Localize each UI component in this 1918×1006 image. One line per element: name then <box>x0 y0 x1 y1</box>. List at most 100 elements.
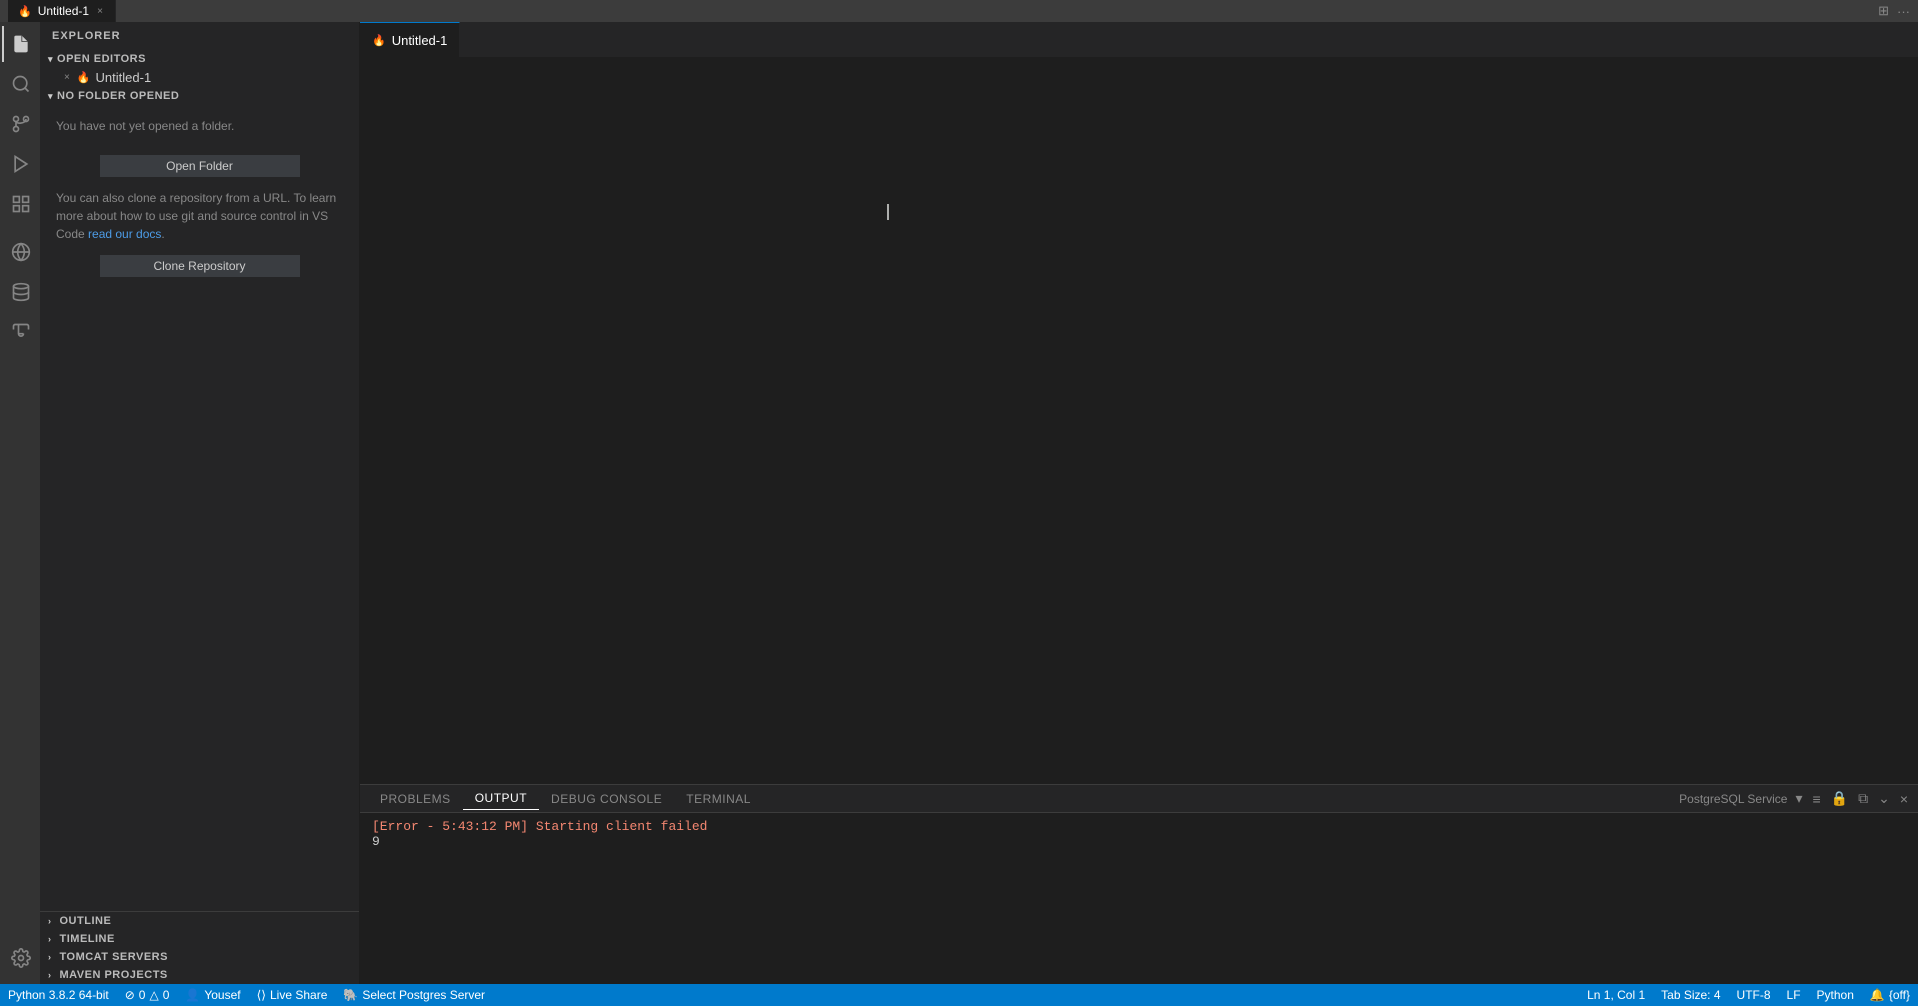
panel-tab-debug-console[interactable]: DEBUG CONSOLE <box>539 788 674 810</box>
sidebar-item-outline[interactable]: › OUTLINE <box>40 912 359 930</box>
status-bar: Python 3.8.2 64-bit ⊘ 0 △ 0 👤 Yousef ⟨⟩ … <box>0 984 1918 1006</box>
tab-close-btn[interactable]: × <box>95 5 105 18</box>
timeline-chevron: › <box>48 934 52 944</box>
status-ln-col[interactable]: Ln 1, Col 1 <box>1579 984 1653 1006</box>
outline-chevron: › <box>48 916 52 926</box>
status-line-ending[interactable]: LF <box>1779 984 1809 1006</box>
status-python-version[interactable]: Python 3.8.2 64-bit <box>0 984 117 1006</box>
panel-content: [Error - 5:43:12 PM] Starting client fai… <box>360 813 1918 984</box>
sidebar: EXPLORER ▾ OPEN EDITORS × 🔥 Untitled-1 ▾… <box>40 22 360 984</box>
editor-content[interactable] <box>360 57 1918 784</box>
yousef-text: Yousef <box>204 988 240 1002</box>
postgres-text: Select Postgres Server <box>362 988 485 1002</box>
read-docs-link[interactable]: read our docs <box>88 227 161 241</box>
panel-collapse-icon[interactable]: ⌄ <box>1876 788 1892 809</box>
source-control-icon <box>11 114 31 134</box>
status-bar-right: Ln 1, Col 1 Tab Size: 4 UTF-8 LF Python … <box>1579 984 1918 1006</box>
editor-item-file-icon: 🔥 <box>77 71 91 84</box>
activity-bar <box>0 22 40 984</box>
tomcat-servers-label: TOMCAT SERVERS <box>60 951 168 963</box>
status-tab-size[interactable]: Tab Size: 4 <box>1653 984 1728 1006</box>
editor-tab-untitled[interactable]: 🔥 Untitled-1 <box>360 22 460 57</box>
no-folder-header[interactable]: ▾ NO FOLDER OPENED <box>40 87 359 105</box>
tab-untitled-1[interactable]: 🔥 Untitled-1 × <box>8 0 116 22</box>
open-editors-section: ▾ OPEN EDITORS × 🔥 Untitled-1 <box>40 50 359 87</box>
outline-label: OUTLINE <box>60 915 112 927</box>
panel-tab-terminal[interactable]: TERMINAL <box>674 788 763 810</box>
activity-bar-bottom <box>2 940 38 984</box>
extensions-icon <box>11 194 31 214</box>
sidebar-bottom-sections: › OUTLINE › TIMELINE › TOMCAT SERVERS › … <box>40 911 359 984</box>
activity-item-search[interactable] <box>2 66 38 102</box>
panel-close-icon[interactable]: × <box>1898 789 1910 809</box>
errors-icon: ⊘ <box>125 988 135 1002</box>
status-language[interactable]: Python <box>1809 984 1862 1006</box>
open-editors-item-untitled[interactable]: × 🔥 Untitled-1 <box>40 68 359 87</box>
no-folder-label: NO FOLDER OPENED <box>57 90 179 102</box>
settings-icon <box>11 948 31 968</box>
open-editors-label: OPEN EDITORS <box>57 53 146 65</box>
database-icon <box>11 282 31 302</box>
clone-repository-button[interactable]: Clone Repository <box>100 255 300 277</box>
activity-item-settings[interactable] <box>2 940 38 976</box>
status-yousef[interactable]: 👤 Yousef <box>177 984 248 1006</box>
sidebar-item-tomcat-servers[interactable]: › TOMCAT SERVERS <box>40 948 359 966</box>
status-encoding[interactable]: UTF-8 <box>1729 984 1779 1006</box>
editor-tab-icon: 🔥 <box>372 34 386 47</box>
python-version-text: Python 3.8.2 64-bit <box>8 988 109 1002</box>
activity-item-test[interactable] <box>2 314 38 350</box>
status-errors[interactable]: ⊘ 0 △ 0 <box>117 984 178 1006</box>
output-source-label: PostgreSQL Service <box>1679 792 1787 806</box>
activity-item-run[interactable] <box>2 146 38 182</box>
activity-item-remote[interactable] <box>2 234 38 270</box>
layout-icon[interactable]: ⊞ <box>1878 3 1889 19</box>
status-notifications[interactable]: 🔔 {off} <box>1862 984 1918 1006</box>
no-folder-text: You have not yet opened a folder. <box>56 119 234 133</box>
user-icon: 👤 <box>185 988 200 1002</box>
clone-text-after: . <box>161 227 164 241</box>
live-share-icon: ⟨⟩ <box>257 988 266 1002</box>
warnings-icon: △ <box>149 988 158 1002</box>
panel-tab-problems[interactable]: PROBLEMS <box>368 788 463 810</box>
status-postgres[interactable]: 🐘 Select Postgres Server <box>335 984 493 1006</box>
title-bar: 🔥 Untitled-1 × ⊞ ··· <box>0 0 1918 22</box>
run-icon <box>11 154 31 174</box>
status-bar-left: Python 3.8.2 64-bit ⊘ 0 △ 0 👤 Yousef ⟨⟩ … <box>0 984 493 1006</box>
notifications-text: {off} <box>1889 988 1910 1002</box>
editor-tabs-bar: 🔥 Untitled-1 <box>360 22 1918 57</box>
open-folder-button[interactable]: Open Folder <box>100 155 300 177</box>
no-folder-section: ▾ NO FOLDER OPENED You have not yet open… <box>40 87 359 285</box>
panel-lock-icon[interactable]: 🔒 <box>1829 788 1850 809</box>
panel-tab-output[interactable]: OUTPUT <box>463 787 539 810</box>
bell-icon: 🔔 <box>1870 988 1885 1002</box>
panel-tabs: PROBLEMS OUTPUT DEBUG CONSOLE TERMINAL P… <box>360 785 1918 813</box>
sidebar-item-maven-projects[interactable]: › MAVEN PROJECTS <box>40 966 359 984</box>
test-icon <box>11 322 31 342</box>
no-folder-chevron: ▾ <box>48 91 53 102</box>
status-live-share[interactable]: ⟨⟩ Live Share <box>249 984 336 1006</box>
activity-item-source-control[interactable] <box>2 106 38 142</box>
output-source-dropdown-icon[interactable]: ▾ <box>1793 788 1804 809</box>
open-editors-header[interactable]: ▾ OPEN EDITORS <box>40 50 359 68</box>
panel-line-1: 9 <box>372 834 1906 849</box>
panel-copy-icon[interactable]: ⧉ <box>1856 788 1870 809</box>
maven-chevron: › <box>48 970 52 980</box>
postgres-icon: 🐘 <box>343 988 358 1002</box>
activity-item-explorer[interactable] <box>2 26 38 62</box>
more-actions-icon[interactable]: ··· <box>1897 4 1910 19</box>
tab-label: Untitled-1 <box>38 4 89 18</box>
activity-item-extensions[interactable] <box>2 186 38 222</box>
activity-item-database[interactable] <box>2 274 38 310</box>
sidebar-item-timeline[interactable]: › TIMELINE <box>40 930 359 948</box>
search-icon <box>11 74 31 94</box>
explorer-icon <box>11 34 31 54</box>
sidebar-title: EXPLORER <box>40 22 359 50</box>
editor-item-close-icon[interactable]: × <box>64 72 70 83</box>
editor-item-name: Untitled-1 <box>96 70 152 85</box>
timeline-label: TIMELINE <box>60 933 115 945</box>
editor-tab-label: Untitled-1 <box>392 33 448 48</box>
clone-text: You can also clone a repository from a U… <box>40 185 359 247</box>
panel-list-icon[interactable]: ≡ <box>1810 789 1822 809</box>
panel-line-0: [Error - 5:43:12 PM] Starting client fai… <box>372 819 1906 834</box>
main-area: EXPLORER ▾ OPEN EDITORS × 🔥 Untitled-1 ▾… <box>0 22 1918 984</box>
